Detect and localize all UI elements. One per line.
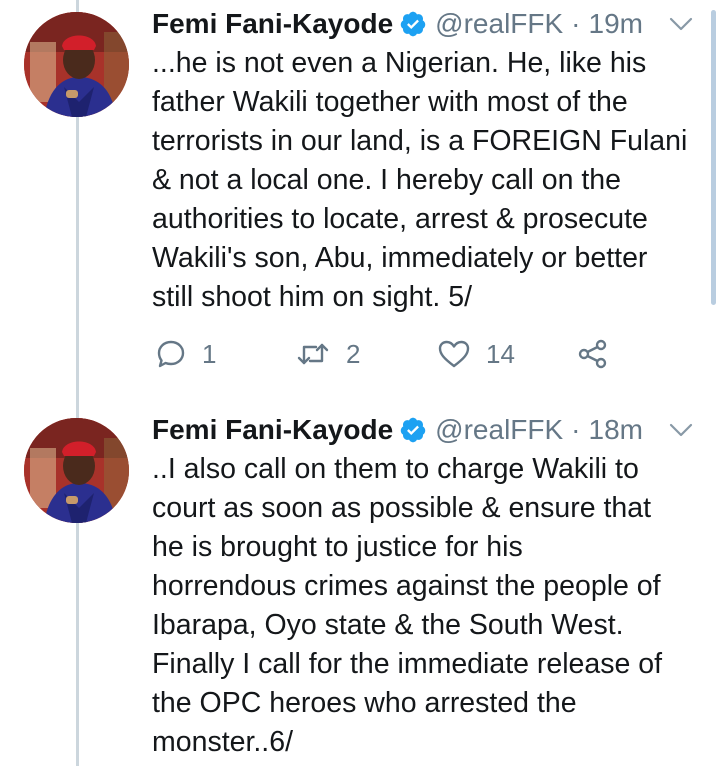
display-name[interactable]: Femi Fani-Kayode [152,410,393,450]
verified-badge-icon [400,11,426,37]
timestamp[interactable]: 19m [589,4,643,44]
chevron-down-icon[interactable] [668,420,694,440]
tweet-header: Femi Fani-Kayode @realFFK · 18m [152,410,643,450]
separator: · [571,8,581,39]
verified-badge-icon [400,417,426,443]
chevron-down-icon[interactable] [668,14,694,34]
retweet-button[interactable]: 2 [296,334,360,374]
handle[interactable]: @realFFK [435,410,563,450]
share-icon [578,339,607,369]
tweet-text: ...he is not even a Nigerian. He, like h… [152,47,688,313]
tweet-actions: 1 2 14 [152,334,632,374]
like-button[interactable]: 14 [438,334,515,374]
tweet[interactable]: Femi Fani-Kayode @realFFK · 18m ..I also… [0,400,716,766]
avatar[interactable] [24,418,129,523]
tweet-header: Femi Fani-Kayode @realFFK · 19m [152,4,643,44]
handle[interactable]: @realFFK [435,4,563,44]
reply-count: 1 [202,338,217,369]
separator: · [571,414,581,445]
tweet[interactable]: Femi Fani-Kayode @realFFK · 19m ...he is… [0,0,716,400]
retweet-count: 2 [346,338,361,369]
timestamp[interactable]: 18m [589,410,643,450]
retweet-icon [297,343,329,365]
avatar[interactable] [24,12,129,117]
heart-icon [438,340,470,368]
display-name[interactable]: Femi Fani-Kayode [152,4,393,44]
reply-button[interactable]: 1 [156,334,216,374]
share-button[interactable] [577,334,609,374]
tweet-text: ..I also call on them to charge Wakili t… [152,453,663,758]
like-count: 14 [486,338,515,369]
reply-icon [157,340,185,368]
